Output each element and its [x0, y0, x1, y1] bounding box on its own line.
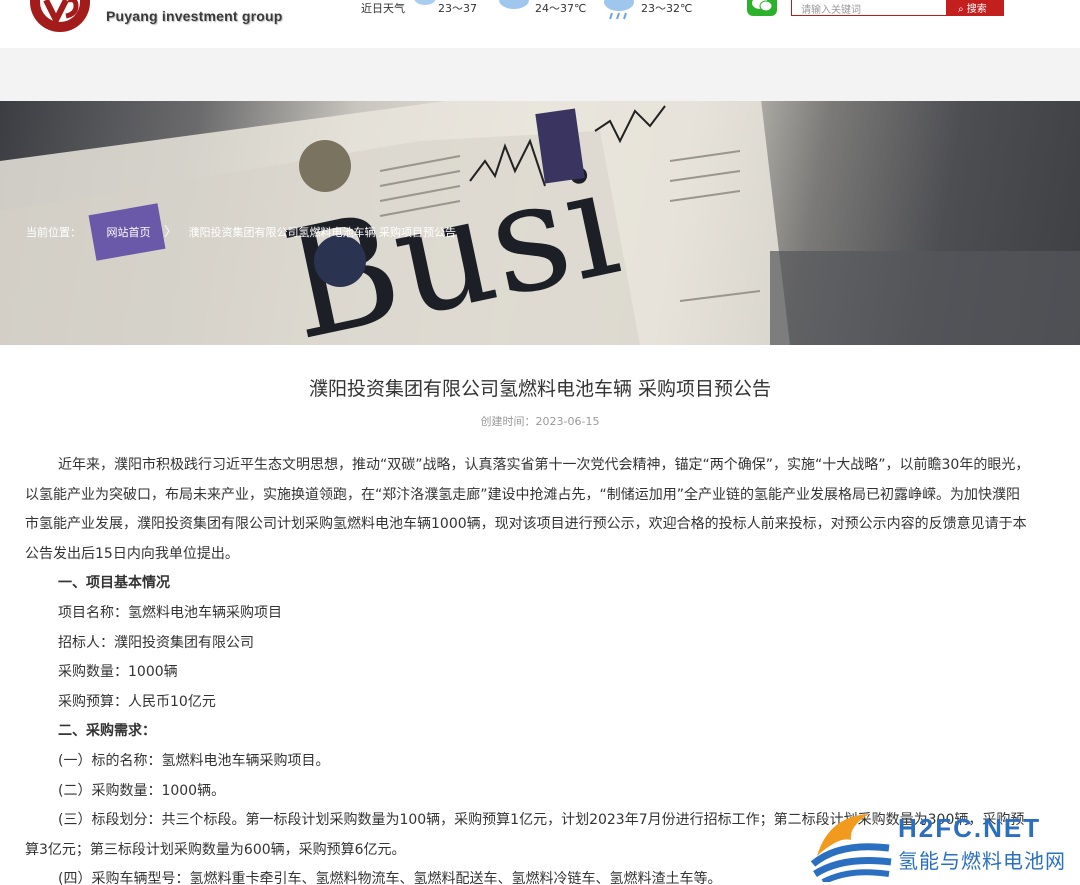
search-icon: ⌕: [958, 4, 964, 15]
weather-range-1: 23～37: [438, 2, 477, 15]
cloud-icon: [499, 0, 529, 9]
section-heading-2: 二、采购需求：: [58, 723, 156, 740]
watermark-cn: 氢能与燃料电池网: [898, 849, 1066, 873]
cloud-sun-icon: [414, 0, 436, 5]
article-title: 濮阳投资集团有限公司氢燃料电池车辆 采购项目预公告: [308, 378, 772, 400]
search-input[interactable]: 请输入关键词: [791, 0, 947, 16]
intro-paragraph: 近年来，濮阳市积极践行习近平生态文明思想，推动“双碳”战略，认真落实省第十一次党…: [25, 457, 1030, 562]
breadcrumb-label: 当前位置：: [26, 226, 81, 239]
purchase-quantity: 采购数量：1000辆: [58, 664, 178, 681]
breadcrumb-current: 濮阳投资集团有限公司氢燃料电池车辆 采购项目预公告: [188, 226, 457, 239]
chevron-right-icon: 〉: [164, 225, 178, 240]
requirement-2: (二）采购数量：1000辆。: [58, 782, 226, 799]
search-button[interactable]: ⌕ 搜索: [946, 0, 1004, 16]
weather-range-2: 24～37℃: [535, 2, 587, 15]
breadcrumb-home-link[interactable]: 网站首页: [107, 224, 151, 240]
wechat-icon[interactable]: [747, 0, 777, 16]
requirement-1: (一）标的名称：氢燃料电池车辆采购项目。: [58, 752, 330, 769]
article-date: 创建时间：2023-06-15: [480, 415, 600, 428]
site-header: Puyang investment group 近日天气 23～37 24～37…: [0, 0, 1080, 48]
purchase-budget: 采购预算：人民币10亿元: [58, 693, 216, 710]
section-heading-1: 一、项目基本情况: [58, 575, 170, 592]
project-name: 项目名称：氢燃料电池车辆采购项目: [58, 604, 282, 621]
rain-cloud-icon: [604, 0, 634, 20]
breadcrumb: 当前位置： 网站首页 〉 濮阳投资集团有限公司氢燃料电池车辆 采购项目预公告: [26, 221, 456, 240]
logo-text: Puyang investment group: [106, 8, 283, 24]
h2fc-logo-icon: [810, 814, 892, 882]
search-button-label: 搜索: [966, 4, 987, 15]
logo-icon[interactable]: [22, 0, 98, 34]
tenderer: 招标人：濮阳投资集团有限公司: [58, 634, 254, 651]
nav-bar: [0, 48, 1080, 101]
watermark-en: H2FC.NET: [898, 813, 1042, 843]
weather-range-3: 23～32℃: [641, 2, 693, 15]
banner-image: Busi 当前位置： 网站首页 〉 濮阳投资集团有限公司氢燃料电池车辆 采购项目…: [0, 101, 1080, 345]
weather-label: 近日天气: [361, 2, 405, 15]
